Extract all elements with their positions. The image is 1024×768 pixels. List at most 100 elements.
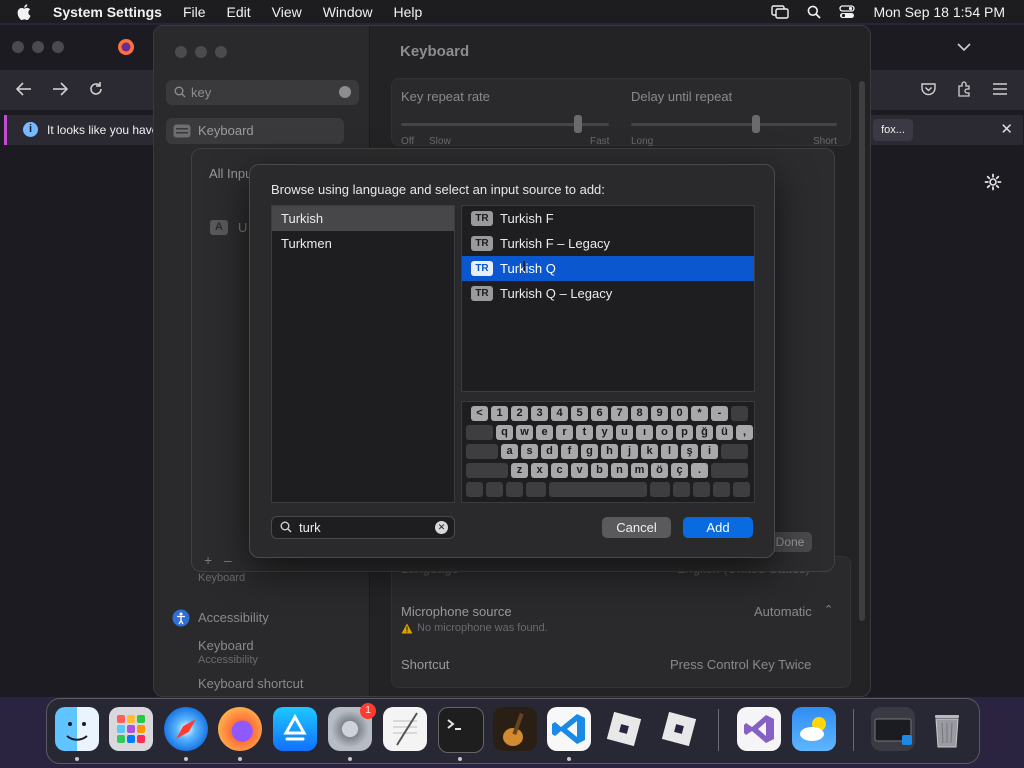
sidebar-item-keyboard-accessibility[interactable]: Keyboard	[198, 638, 254, 653]
safari-icon[interactable]	[164, 707, 208, 751]
keyboard-key: b	[591, 463, 608, 478]
firefox-icon[interactable]	[218, 707, 262, 751]
notification-close-icon[interactable]: ✕	[1000, 120, 1013, 138]
keyboard-key: v	[571, 463, 588, 478]
info-icon: i	[23, 122, 38, 137]
keyboard-modifier-key	[711, 463, 748, 478]
menu-file[interactable]: File	[183, 4, 206, 20]
keyboard-key: ş	[681, 444, 698, 459]
keyboard-key: x	[531, 463, 548, 478]
extensions-icon[interactable]	[957, 81, 972, 100]
notification-action-button[interactable]: fox...	[873, 119, 913, 141]
keyboard-key: r	[556, 425, 573, 440]
microphone-source-chevron-icon[interactable]: ⌃	[824, 603, 833, 616]
apple-menu-icon[interactable]	[17, 3, 37, 20]
microphone-source-label: Microphone source	[401, 604, 512, 619]
roblox-icon[interactable]	[602, 707, 646, 751]
keyboard-key: *	[691, 406, 708, 421]
shortcut-value[interactable]: Press Control Key Twice	[670, 657, 811, 672]
keyboard-key: 9	[651, 406, 668, 421]
back-icon[interactable]	[15, 82, 32, 99]
keyboard-modifier-key	[713, 482, 730, 497]
keyboard-key: ,	[736, 425, 753, 440]
running-indicator	[348, 757, 352, 761]
hamburger-menu-icon[interactable]	[993, 83, 1007, 98]
keyboard-key: 0	[671, 406, 688, 421]
launchpad-icon[interactable]	[109, 707, 153, 751]
scrollbar[interactable]	[859, 81, 865, 621]
microphone-source-value[interactable]: Automatic	[754, 604, 812, 619]
keyboard-key: h	[601, 444, 618, 459]
sidebar-item-keyboard[interactable]: Keyboard	[166, 118, 344, 144]
source-item-label: Turkish F – Legacy	[500, 236, 611, 251]
source-item-turkish-f-legacy[interactable]: TR Turkish F – Legacy	[462, 231, 754, 256]
keyboard-key: <	[471, 406, 488, 421]
search-icon	[174, 86, 186, 101]
keyboard-key: k	[641, 444, 658, 459]
browser-traffic-lights[interactable]	[12, 41, 64, 53]
clear-search-icon[interactable]	[339, 86, 351, 98]
key-repeat-rate-knob[interactable]	[574, 115, 582, 133]
clear-search-icon[interactable]: ✕	[435, 521, 448, 534]
gear-icon[interactable]	[984, 173, 1002, 194]
app-store-icon[interactable]	[273, 707, 317, 751]
sidebar-item-label: Keyboard	[198, 123, 254, 138]
keyboard-key: u	[616, 425, 633, 440]
keyboard-key: q	[496, 425, 513, 440]
language-search-value: turk	[299, 520, 321, 535]
roblox-studio-icon[interactable]	[657, 707, 701, 751]
source-item-turkish-q[interactable]: TR Turkish Q I	[462, 256, 754, 281]
cancel-button[interactable]: Cancel	[602, 517, 671, 538]
keyboard-key: -	[711, 406, 728, 421]
screen-mirroring-icon[interactable]	[771, 4, 790, 19]
sidebar-item-accessibility[interactable]: Accessibility	[198, 610, 269, 625]
pocket-icon[interactable]	[921, 82, 936, 99]
vscode-icon[interactable]	[547, 707, 591, 751]
reload-icon[interactable]	[88, 81, 104, 100]
menu-edit[interactable]: Edit	[227, 4, 251, 20]
search-icon	[280, 521, 292, 536]
running-indicator	[238, 757, 242, 761]
add-remove-buttons[interactable]: + –	[204, 552, 232, 568]
garageband-icon[interactable]	[493, 707, 537, 751]
visual-studio-icon[interactable]	[737, 707, 781, 751]
source-item-turkish-f[interactable]: TR Turkish F	[462, 206, 754, 231]
keyboard-key: l	[661, 444, 678, 459]
tab-list-chevron-icon[interactable]	[957, 40, 971, 55]
language-search-field[interactable]: turk ✕	[271, 516, 455, 539]
dock-separator	[853, 709, 854, 751]
textedit-icon[interactable]	[383, 707, 427, 751]
trash-icon[interactable]	[925, 707, 969, 751]
weather-icon[interactable]	[792, 707, 836, 751]
keyboard-modifier-key	[466, 482, 483, 497]
finder-icon[interactable]	[55, 707, 99, 751]
language-item-turkmen[interactable]: Turkmen	[272, 231, 454, 256]
dialog-prompt: Browse using language and select an inpu…	[271, 182, 605, 197]
add-button[interactable]: Add	[683, 517, 753, 538]
terminal-icon[interactable]	[438, 707, 484, 753]
source-item-turkish-q-legacy[interactable]: TR Turkish Q – Legacy	[462, 281, 754, 306]
menu-help[interactable]: Help	[394, 4, 423, 20]
settings-traffic-lights[interactable]	[175, 46, 227, 58]
delay-until-repeat-slider[interactable]	[631, 123, 837, 126]
keyboard-key: 6	[591, 406, 608, 421]
menu-view[interactable]: View	[272, 4, 302, 20]
screen-thumbnail-icon[interactable]	[871, 707, 915, 751]
menu-window[interactable]: Window	[323, 4, 373, 20]
sidebar-item-keyboard-shortcut[interactable]: Keyboard shortcut	[198, 676, 304, 691]
keyboard-key: a	[501, 444, 518, 459]
delay-until-repeat-knob[interactable]	[752, 115, 760, 133]
language-item-turkish[interactable]: Turkish	[272, 206, 454, 231]
notification-badge: 1	[360, 703, 376, 719]
spotlight-search-icon[interactable]	[807, 5, 822, 19]
control-center-icon[interactable]	[839, 4, 856, 19]
forward-icon[interactable]	[52, 82, 69, 99]
flag-badge: TR	[471, 286, 493, 301]
keyboard-key: p	[676, 425, 693, 440]
firefox-tab-icon[interactable]	[117, 38, 135, 59]
clock-datetime[interactable]: Mon Sep 18 1:54 PM	[873, 4, 1005, 20]
keyboard-modifier-key	[486, 482, 503, 497]
source-item-label: Turkish Q	[500, 261, 556, 276]
app-menu-system-settings[interactable]: System Settings	[53, 4, 162, 20]
settings-search-field[interactable]: key	[166, 80, 359, 105]
